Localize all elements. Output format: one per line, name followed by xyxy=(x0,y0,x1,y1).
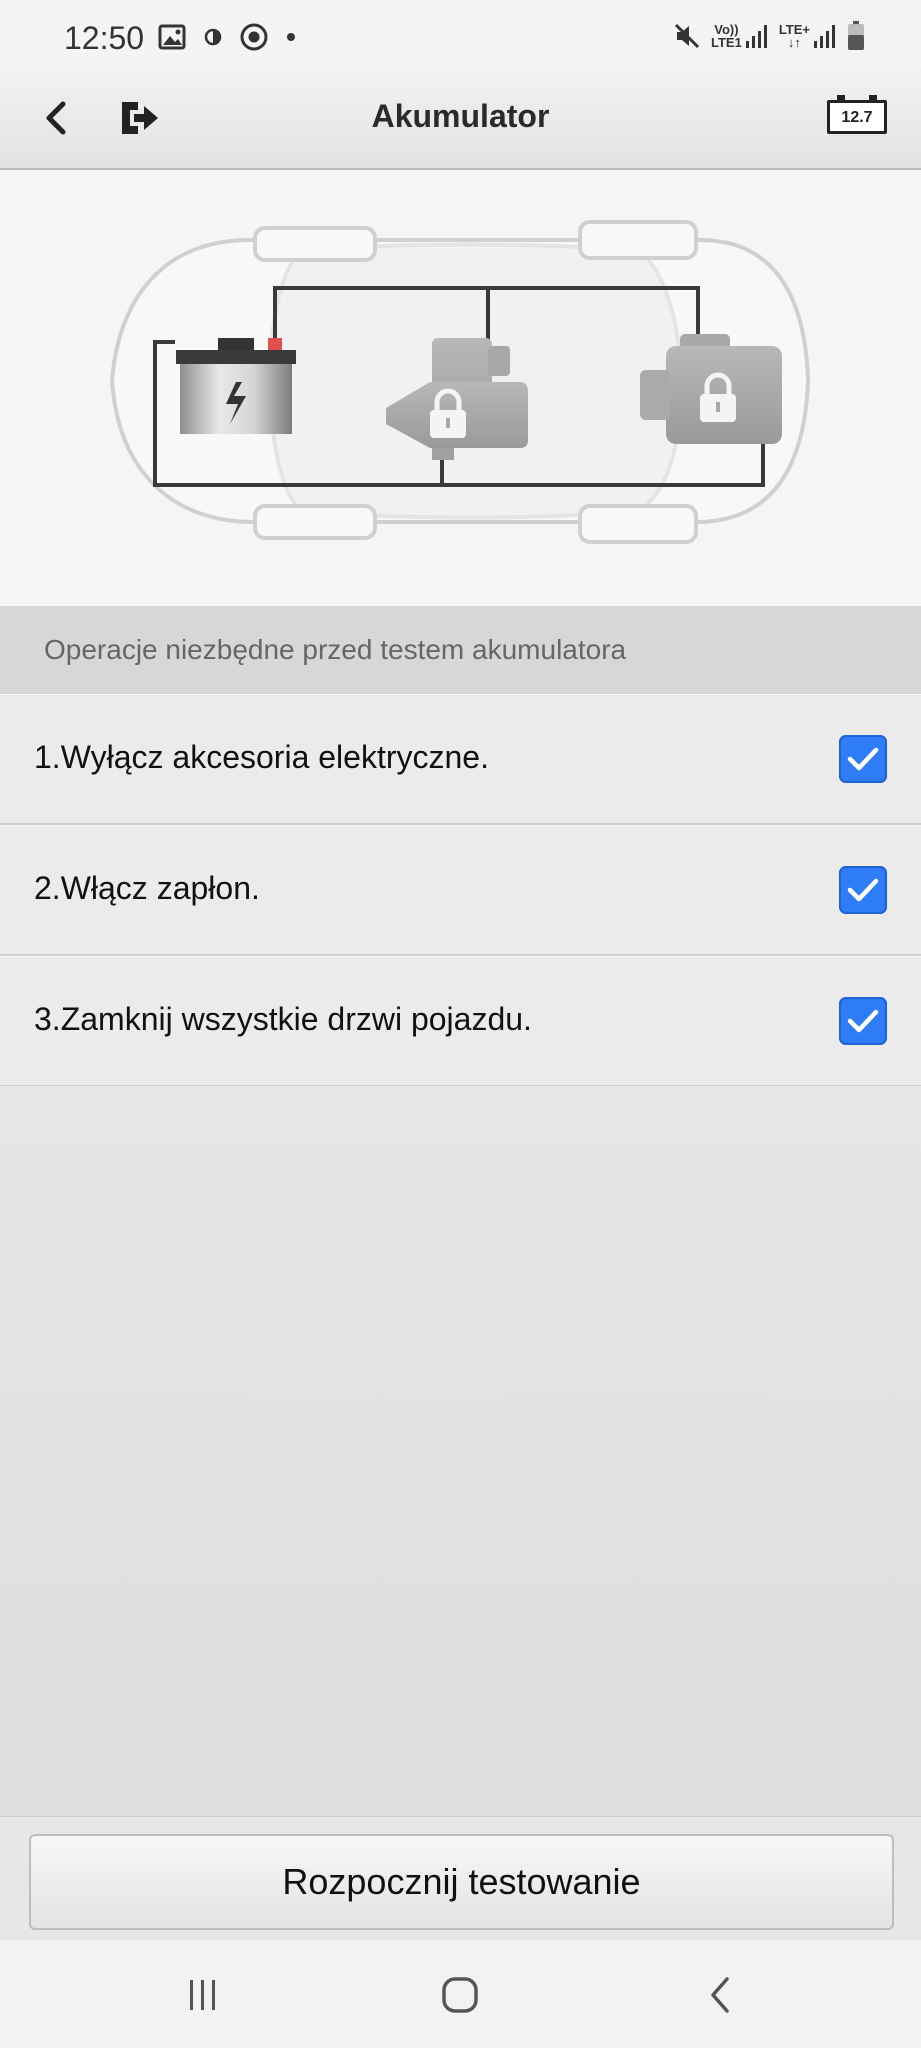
checklist-item[interactable]: 1.Wyłącz akcesoria elektryczne. xyxy=(0,694,921,825)
checklist-item-label: 1.Wyłącz akcesoria elektryczne. xyxy=(34,739,489,775)
section-header: Operacje niezbędne przed testem akumulat… xyxy=(0,606,921,694)
checklist-item[interactable]: 3.Zamknij wszystkie drzwi pojazdu. xyxy=(0,956,921,1087)
car-diagram xyxy=(109,220,811,544)
status-time: 12:50 xyxy=(64,20,145,56)
bottom-action-bar: Rozpocznij testowanie xyxy=(0,1816,921,1941)
app-header: Akumulator 12.7 xyxy=(0,68,921,170)
check-icon xyxy=(847,1009,879,1033)
recent-apps-button[interactable] xyxy=(173,1970,233,2020)
navigation-bar xyxy=(0,1940,921,2048)
dot-icon xyxy=(287,33,295,41)
status-icons-right: Vo)) LTE1 LTE+ ↓↑ xyxy=(673,18,865,54)
battery-voltage-badge[interactable]: 12.7 xyxy=(827,95,887,134)
checklist: 1.Wyłącz akcesoria elektryczne. 2.Włącz … xyxy=(0,694,921,1087)
battery-icon xyxy=(848,21,864,50)
nav-back-button[interactable] xyxy=(690,1970,750,2020)
battery-graphic xyxy=(176,338,296,434)
recent-apps-icon xyxy=(190,1980,215,2010)
home-button[interactable] xyxy=(430,1970,490,2020)
checkbox-checked[interactable] xyxy=(839,735,887,783)
home-icon xyxy=(442,1977,478,2013)
volte-label-bottom: LTE1 xyxy=(710,35,742,50)
mute-icon xyxy=(674,23,700,49)
car-illustration xyxy=(0,170,921,606)
status-bar: 12:50 Vo)) LTE1 LTE+ ↓↑ xyxy=(0,0,921,68)
section-title: Operacje niezbędne przed testem akumulat… xyxy=(44,634,627,665)
status-icons-left xyxy=(158,22,296,52)
checkbox-checked[interactable] xyxy=(839,997,887,1045)
lte-label-bottom: ↓↑ xyxy=(787,35,801,50)
image-icon xyxy=(158,24,186,50)
check-icon xyxy=(847,747,879,771)
checklist-item-label: 3.Zamknij wszystkie drzwi pojazdu. xyxy=(34,1001,532,1037)
check-icon xyxy=(847,878,879,902)
start-test-button[interactable]: Rozpocznij testowanie xyxy=(29,1834,894,1930)
volte-signal-icon: Vo)) LTE1 xyxy=(711,23,769,49)
nav-back-icon xyxy=(711,1977,729,2013)
brightness-icon xyxy=(204,28,222,46)
checklist-item[interactable]: 2.Włącz zapłon. xyxy=(0,825,921,956)
page-title: Akumulator xyxy=(371,98,550,134)
record-icon xyxy=(240,23,268,51)
content-empty-area xyxy=(0,1086,921,1816)
checklist-item-label: 2.Włącz zapłon. xyxy=(34,870,260,906)
lte-signal-icon: LTE+ ↓↑ xyxy=(779,23,837,49)
checkbox-checked[interactable] xyxy=(839,866,887,914)
